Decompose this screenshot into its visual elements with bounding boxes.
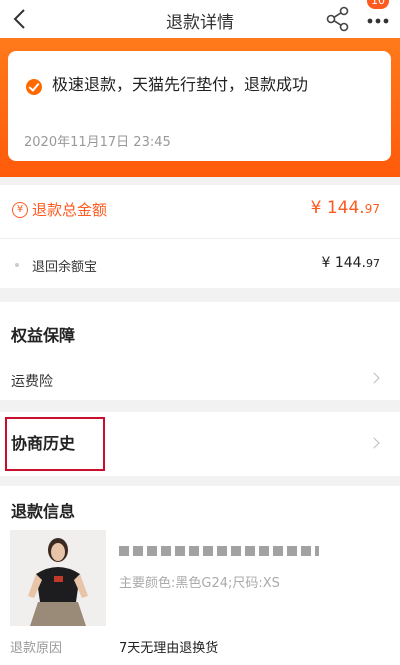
- refund-total-label: 退款总金额: [32, 201, 108, 219]
- nav-bar: 退款详情 10: [0, 0, 400, 38]
- bullet-dot: [15, 263, 19, 267]
- more-icon[interactable]: [364, 6, 392, 34]
- shipping-insurance-label: 运费险: [11, 374, 53, 390]
- product-image: [10, 530, 106, 626]
- balance-row: 退回余额宝 ¥ 144.97: [0, 238, 400, 288]
- status-message: 极速退款，天猫先行垫付，退款成功: [52, 75, 309, 94]
- refund-total-amount-dec: 97: [364, 202, 380, 216]
- product-spec: 主要颜色:黑色G24;尺码:XS: [119, 576, 280, 591]
- negotiation-history-row[interactable]: 协商历史: [0, 412, 400, 476]
- product-thumbnail[interactable]: [10, 530, 106, 626]
- refund-total-amount: ¥ 144.97: [311, 198, 380, 218]
- rights-section: 权益保障 运费险: [0, 302, 400, 400]
- status-card: 极速退款，天猫先行垫付，退款成功 2020年11月17日 23:45: [8, 51, 391, 161]
- balance-amount-int: ¥ 144.: [321, 255, 366, 271]
- refund-total-row: ¥ 退款总金额 ¥ 144.97: [0, 185, 400, 238]
- refund-info-section: 退款信息 主要颜色:黑色G24;尺码:XS 退款原因 7天无理由退换货: [0, 486, 400, 665]
- product-name-obscured: [119, 546, 319, 556]
- share-icon[interactable]: [325, 5, 351, 33]
- refund-total-amount-int: ¥ 144.: [310, 198, 365, 218]
- refund-reason-label: 退款原因: [10, 641, 63, 656]
- balance-amount-dec: 97: [366, 257, 380, 270]
- chevron-right-icon: [368, 437, 380, 449]
- yen-coin-icon: ¥: [12, 202, 28, 218]
- balance-label: 退回余额宝: [32, 260, 98, 275]
- refund-reason: 7天无理由退换货: [119, 641, 219, 656]
- check-icon: [26, 79, 42, 95]
- balance-amount: ¥ 144.97: [321, 255, 380, 271]
- status-time: 2020年11月17日 23:45: [24, 135, 171, 150]
- rights-heading: 权益保障: [11, 326, 76, 345]
- chevron-right-icon: [368, 372, 380, 384]
- status-banner: 极速退款，天猫先行垫付，退款成功 2020年11月17日 23:45: [0, 38, 400, 177]
- refund-info-heading: 退款信息: [11, 502, 76, 521]
- shipping-insurance-row[interactable]: 运费险: [0, 357, 400, 400]
- highlight-box: [5, 417, 105, 471]
